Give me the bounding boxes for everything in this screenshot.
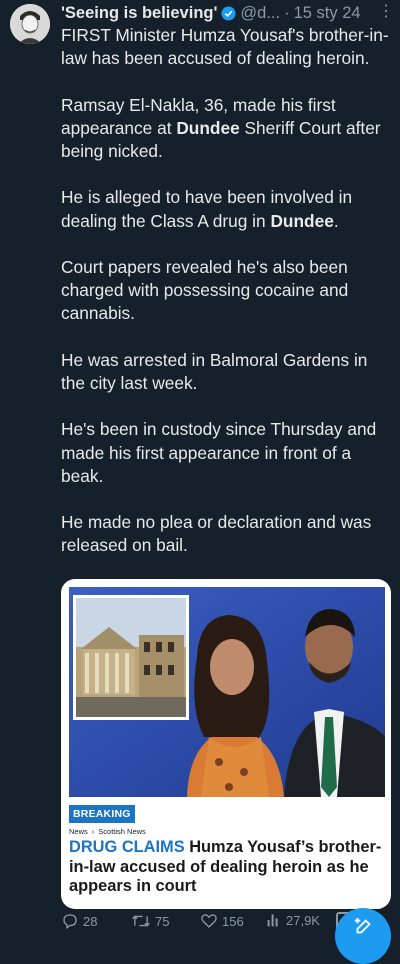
avatar-portrait-icon [10, 4, 50, 44]
handle[interactable]: @d... [240, 4, 280, 23]
verified-badge-icon [221, 5, 236, 21]
views-count: 27,9K [286, 912, 320, 928]
text-run: He made no plea or declaration and was r… [61, 512, 372, 556]
text-run: He was arrested in Balmoral Gardens in t… [61, 349, 368, 393]
tweet-header: 'Seeing is believing' @d... · 15 sty 24 [61, 2, 396, 24]
reply-icon [63, 914, 77, 930]
article-headline: DRUG CLAIMS Humza Yousaf’s brother-in-la… [69, 838, 384, 897]
breaking-badge: BREAKING [69, 805, 135, 823]
bold-text-run: Dundee [176, 117, 240, 138]
text-run: FIRST Minister Humza Yousaf's brother-in… [61, 25, 389, 69]
tweet-paragraph: He was arrested in Balmoral Gardens in t… [61, 349, 391, 395]
tweet-text: FIRST Minister Humza Yousaf's brother-in… [61, 24, 391, 581]
like-count: 156 [222, 913, 244, 929]
link-preview-card[interactable]: BREAKING News › Scottish News DRUG CLAIM… [61, 579, 391, 909]
text-run: . [333, 210, 339, 231]
tweet-paragraph: He is alleged to have been involved in d… [61, 186, 391, 232]
separator-dot: · [284, 3, 290, 22]
views-button[interactable]: 27,9K [266, 912, 320, 928]
headline-accent: DRUG CLAIMS [69, 838, 185, 856]
repost-button[interactable]: 75 [131, 912, 169, 930]
tweet-paragraph: He's been in custody since Thursday and … [61, 418, 391, 488]
compose-button[interactable] [335, 908, 391, 964]
reply-button[interactable]: 28 [61, 912, 97, 930]
text-run: Court papers revealed he's also been cha… [61, 256, 349, 324]
repost-count: 75 [155, 913, 170, 929]
breadcrumb-separator: › [91, 827, 95, 836]
breadcrumb-item: News [69, 827, 88, 836]
more-options-icon[interactable]: ⋮ [378, 1, 394, 21]
text-run: He's been in custody since Thursday and … [61, 419, 377, 486]
tweet-page: { "author": { "display_name": "'Seeing i… [0, 0, 400, 964]
views-chart-icon [267, 914, 278, 927]
timestamp[interactable]: 15 sty 24 [294, 4, 361, 23]
breadcrumb: News › Scottish News [69, 827, 146, 836]
tweet-paragraph: FIRST Minister Humza Yousaf's brother-in… [61, 24, 391, 70]
bold-text-run: Dundee [270, 210, 334, 231]
article-image [69, 587, 385, 797]
reply-count: 28 [83, 913, 98, 929]
heart-icon [201, 914, 217, 928]
like-button[interactable]: 156 [200, 912, 244, 930]
breadcrumb-item: Scottish News [98, 827, 146, 836]
tweet-paragraph: He made no plea or declaration and was r… [61, 511, 391, 557]
tweet-paragraph: Court papers revealed he's also been cha… [61, 256, 391, 326]
tweet-paragraph: Ramsay El-Nakla, 36, made his first appe… [61, 94, 391, 164]
repost-icon [132, 915, 150, 927]
display-name[interactable]: 'Seeing is believing' [61, 4, 217, 23]
avatar[interactable] [10, 4, 50, 44]
